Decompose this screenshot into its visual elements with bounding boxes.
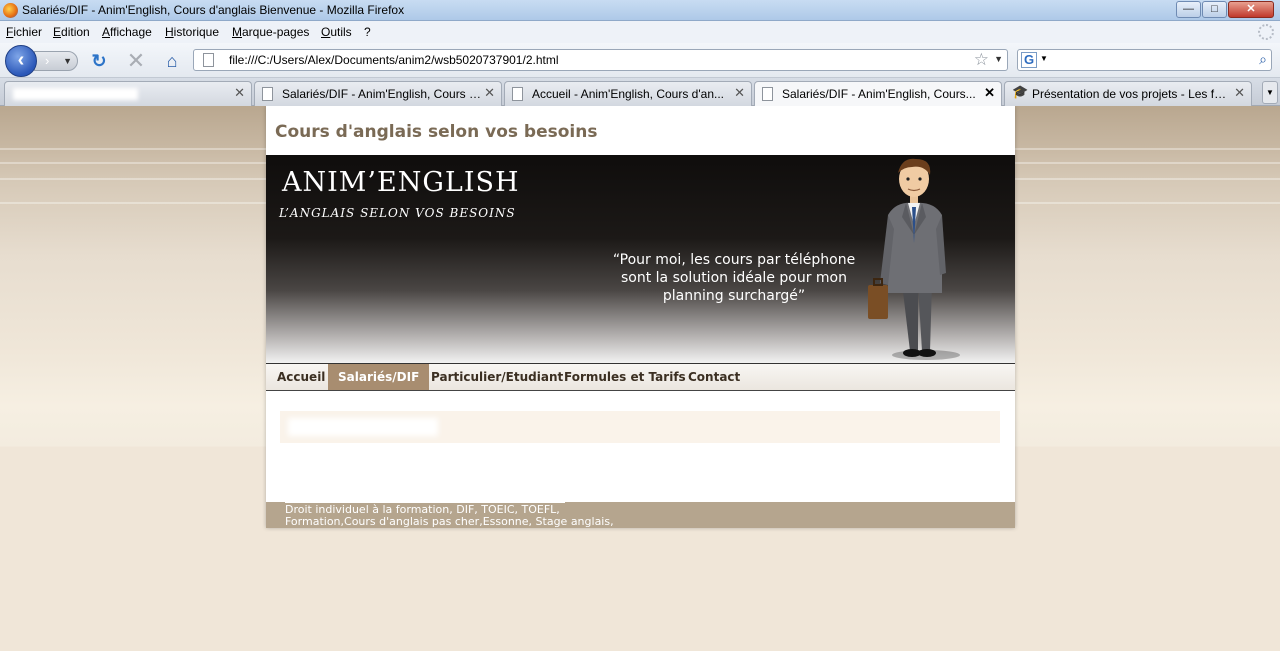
menu-historique[interactable]: Historique bbox=[165, 25, 219, 39]
google-engine-icon[interactable]: G bbox=[1021, 52, 1037, 68]
minimize-button[interactable]: — bbox=[1176, 1, 1201, 18]
engine-dropdown-icon[interactable]: ▼ bbox=[1040, 54, 1048, 63]
tab-2[interactable]: Salariés/DIF - Anim'English, Cours d... … bbox=[254, 81, 502, 106]
nav-particulier-etudiant[interactable]: Particulier/Etudiant bbox=[421, 364, 573, 390]
address-bar[interactable]: file:///C:/Users/Alex/Documents/anim2/ws… bbox=[193, 49, 1008, 71]
tab-4-active[interactable]: Salariés/DIF - Anim'English, Cours... ✕ bbox=[754, 81, 1002, 107]
menu-affichage[interactable]: Affichage bbox=[102, 25, 152, 39]
hero-banner: ANIM’ENGLISH L’ANGLAIS SELON VOS BESOINS… bbox=[266, 155, 1015, 363]
page-icon bbox=[262, 87, 273, 101]
window-titlebar: Salariés/DIF - Anim'English, Cours d'ang… bbox=[0, 0, 1280, 21]
site-container: Cours d'anglais selon vos besoins ANIM’E… bbox=[266, 106, 1015, 528]
brand-slogan: L’ANGLAIS SELON VOS BESOINS bbox=[279, 206, 516, 220]
menu-edition[interactable]: Edition bbox=[53, 25, 90, 39]
brand-logo: ANIM’ENGLISH bbox=[282, 167, 520, 198]
page-icon bbox=[203, 53, 214, 67]
history-dropdown-icon[interactable]: ▼ bbox=[63, 52, 72, 70]
tab-bar: ✕ Salariés/DIF - Anim'English, Cours d..… bbox=[0, 78, 1280, 107]
site-navigation: Accueil Salariés/DIF Particulier/Etudian… bbox=[266, 363, 1015, 391]
search-input[interactable] bbox=[1050, 52, 1250, 68]
menu-fichier[interactable]: Fichier bbox=[6, 25, 42, 39]
tab-label: Présentation de vos projets - Les for... bbox=[1032, 87, 1230, 101]
redacted-content bbox=[288, 418, 438, 436]
tab-3[interactable]: Accueil - Anim'English, Cours d'an... ✕ bbox=[504, 81, 752, 106]
tab-close-icon[interactable]: ✕ bbox=[484, 85, 495, 101]
tab-close-icon[interactable]: ✕ bbox=[1234, 85, 1245, 101]
url-text[interactable]: file:///C:/Users/Alex/Documents/anim2/ws… bbox=[229, 53, 559, 67]
site-tagline: Cours d'anglais selon vos besoins bbox=[275, 122, 598, 142]
content-panel bbox=[280, 411, 1000, 443]
graduation-cap-icon: 🎓 bbox=[1012, 84, 1029, 99]
tab-close-icon[interactable]: ✕ bbox=[234, 85, 245, 101]
navigation-toolbar: › ▼ ‹ ↻ ✕ ⌂ file:///C:/Users/Alex/Docume… bbox=[0, 43, 1280, 78]
menu-help[interactable]: ? bbox=[364, 25, 371, 39]
businessman-illustration bbox=[868, 158, 960, 360]
window-title: Salariés/DIF - Anim'English, Cours d'ang… bbox=[22, 3, 405, 17]
maximize-button[interactable]: □ bbox=[1202, 1, 1227, 18]
forward-arrow-icon: › bbox=[45, 53, 50, 68]
nav-contact[interactable]: Contact bbox=[678, 364, 750, 390]
firefox-logo-icon bbox=[3, 3, 18, 18]
tab-label: Salariés/DIF - Anim'English, Cours... bbox=[782, 87, 976, 101]
menu-outils[interactable]: Outils bbox=[321, 25, 352, 39]
testimonial-quote: “Pour moi, les cours par téléphone sont … bbox=[612, 252, 856, 304]
page-icon bbox=[762, 87, 773, 101]
redacted-tab-label bbox=[13, 88, 138, 100]
tab-5[interactable]: 🎓 Présentation de vos projets - Les for.… bbox=[1004, 81, 1252, 106]
search-magnifier-icon[interactable]: ⌕ bbox=[1259, 51, 1267, 68]
tab-close-icon[interactable]: ✕ bbox=[734, 85, 745, 101]
loading-throbber-icon bbox=[1258, 24, 1274, 40]
list-all-tabs-button[interactable]: ▼ bbox=[1262, 81, 1278, 104]
menu-marque-pages[interactable]: Marque-pages bbox=[232, 25, 309, 39]
stop-icon[interactable]: ✕ bbox=[126, 50, 146, 72]
reload-icon[interactable]: ↻ bbox=[89, 51, 109, 71]
nav-accueil[interactable]: Accueil bbox=[267, 364, 335, 390]
page-icon bbox=[512, 87, 523, 101]
site-header: Cours d'anglais selon vos besoins bbox=[266, 106, 1015, 155]
forward-button[interactable]: › ▼ bbox=[34, 51, 78, 71]
tab-1[interactable]: ✕ bbox=[4, 81, 252, 106]
menu-bar: Fichier Edition Affichage Historique Mar… bbox=[0, 21, 1280, 43]
tab-label: Salariés/DIF - Anim'English, Cours d... bbox=[282, 87, 482, 101]
footer-keywords-line-2: Formation,Cours d'anglais pas cher,Esson… bbox=[285, 515, 614, 528]
site-footer: Droit individuel à la formation, DIF, TO… bbox=[266, 502, 1015, 528]
url-dropdown-icon[interactable]: ▼ bbox=[994, 54, 1003, 64]
search-bar[interactable]: G ▼ ⌕ bbox=[1017, 49, 1272, 71]
bookmark-star-icon[interactable]: ☆ bbox=[974, 50, 989, 70]
nav-formules-tarifs[interactable]: Formules et Tarifs bbox=[554, 364, 696, 390]
tab-label: Accueil - Anim'English, Cours d'an... bbox=[532, 87, 724, 101]
home-icon[interactable]: ⌂ bbox=[162, 51, 182, 71]
page-viewport: Cours d'anglais selon vos besoins ANIM’E… bbox=[0, 106, 1280, 651]
back-button[interactable]: ‹ bbox=[5, 45, 37, 77]
nav-salaries-dif[interactable]: Salariés/DIF bbox=[328, 364, 430, 390]
tab-close-icon[interactable]: ✕ bbox=[984, 85, 995, 101]
close-window-button[interactable]: ✕ bbox=[1228, 1, 1274, 18]
